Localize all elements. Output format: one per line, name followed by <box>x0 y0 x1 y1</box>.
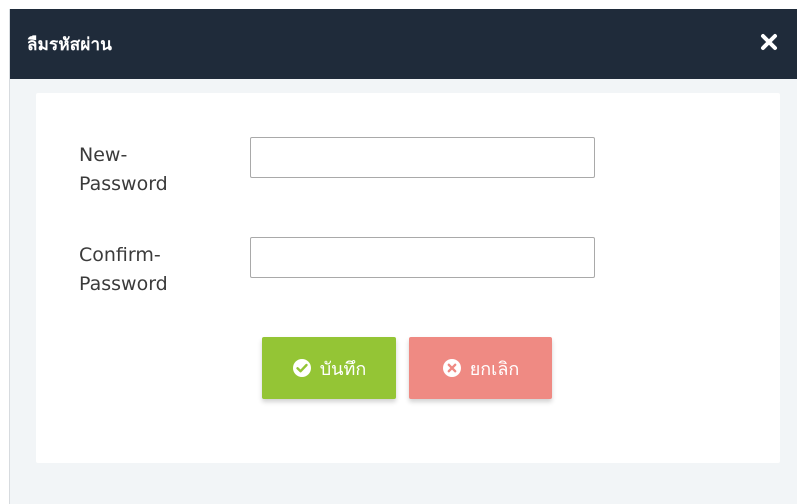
times-circle-icon <box>442 359 461 377</box>
close-icon <box>761 34 777 50</box>
dialog-header: ลืมรหัสผ่าน <box>10 9 797 79</box>
check-circle-icon <box>292 359 311 377</box>
dialog-title: ลืมรหัสผ่าน <box>27 35 113 55</box>
confirm-password-input[interactable] <box>250 237 595 278</box>
dialog-body: New- Password Confirm- Password บันทึก ย… <box>36 93 780 463</box>
confirm-password-label-line2: Password <box>79 273 168 295</box>
cancel-button-label: ยกเลิก <box>469 358 520 380</box>
confirm-password-label-line1: Confirm- <box>79 244 161 266</box>
confirm-password-label: Confirm- Password <box>79 241 168 299</box>
new-password-input[interactable] <box>250 137 595 178</box>
forgot-password-dialog: ลืมรหัสผ่าน New- Password Confirm- Passw… <box>9 9 797 504</box>
new-password-label-line1: New- <box>79 144 128 166</box>
new-password-label-line2: Password <box>79 173 168 195</box>
close-button[interactable] <box>756 29 782 55</box>
cancel-button[interactable]: ยกเลิก <box>409 337 552 399</box>
save-button[interactable]: บันทึก <box>262 337 396 399</box>
new-password-label: New- Password <box>79 141 168 199</box>
save-button-label: บันทึก <box>319 358 367 380</box>
